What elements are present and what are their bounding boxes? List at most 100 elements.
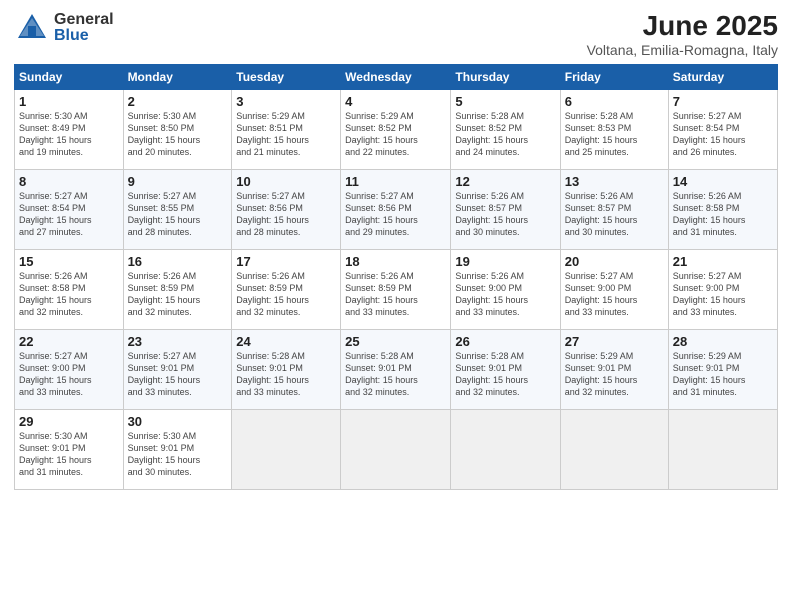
day-number: 11 xyxy=(345,174,446,189)
title-block: June 2025 Voltana, Emilia-Romagna, Italy xyxy=(587,10,778,58)
day-number: 17 xyxy=(236,254,336,269)
calendar-cell: 15Sunrise: 5:26 AM Sunset: 8:58 PM Dayli… xyxy=(15,250,124,330)
day-number: 30 xyxy=(128,414,228,429)
day-number: 6 xyxy=(565,94,664,109)
day-number: 24 xyxy=(236,334,336,349)
calendar-cell: 27Sunrise: 5:29 AM Sunset: 9:01 PM Dayli… xyxy=(560,330,668,410)
day-number: 20 xyxy=(565,254,664,269)
day-detail: Sunrise: 5:26 AM Sunset: 9:00 PM Dayligh… xyxy=(455,270,555,319)
day-detail: Sunrise: 5:27 AM Sunset: 9:00 PM Dayligh… xyxy=(565,270,664,319)
calendar-title: June 2025 xyxy=(587,10,778,42)
day-number: 4 xyxy=(345,94,446,109)
day-detail: Sunrise: 5:28 AM Sunset: 9:01 PM Dayligh… xyxy=(236,350,336,399)
calendar-cell: 24Sunrise: 5:28 AM Sunset: 9:01 PM Dayli… xyxy=(232,330,341,410)
calendar-cell: 20Sunrise: 5:27 AM Sunset: 9:00 PM Dayli… xyxy=(560,250,668,330)
day-number: 14 xyxy=(673,174,773,189)
dow-header-saturday: Saturday xyxy=(668,65,777,90)
calendar-header-row: SundayMondayTuesdayWednesdayThursdayFrid… xyxy=(15,65,778,90)
calendar-cell: 29Sunrise: 5:30 AM Sunset: 9:01 PM Dayli… xyxy=(15,410,124,490)
calendar-cell: 10Sunrise: 5:27 AM Sunset: 8:56 PM Dayli… xyxy=(232,170,341,250)
calendar-cell: 9Sunrise: 5:27 AM Sunset: 8:55 PM Daylig… xyxy=(123,170,232,250)
logo-text: General Blue xyxy=(54,12,114,44)
calendar-cell: 4Sunrise: 5:29 AM Sunset: 8:52 PM Daylig… xyxy=(341,90,451,170)
day-number: 1 xyxy=(19,94,119,109)
day-detail: Sunrise: 5:30 AM Sunset: 8:49 PM Dayligh… xyxy=(19,110,119,159)
day-detail: Sunrise: 5:29 AM Sunset: 9:01 PM Dayligh… xyxy=(673,350,773,399)
day-number: 19 xyxy=(455,254,555,269)
dow-header-tuesday: Tuesday xyxy=(232,65,341,90)
calendar-cell: 8Sunrise: 5:27 AM Sunset: 8:54 PM Daylig… xyxy=(15,170,124,250)
day-number: 29 xyxy=(19,414,119,429)
calendar-cell: 13Sunrise: 5:26 AM Sunset: 8:57 PM Dayli… xyxy=(560,170,668,250)
day-detail: Sunrise: 5:27 AM Sunset: 8:56 PM Dayligh… xyxy=(345,190,446,239)
day-detail: Sunrise: 5:28 AM Sunset: 8:53 PM Dayligh… xyxy=(565,110,664,159)
calendar-cell: 19Sunrise: 5:26 AM Sunset: 9:00 PM Dayli… xyxy=(451,250,560,330)
dow-header-sunday: Sunday xyxy=(15,65,124,90)
calendar-cell xyxy=(451,410,560,490)
calendar-cell: 17Sunrise: 5:26 AM Sunset: 8:59 PM Dayli… xyxy=(232,250,341,330)
day-detail: Sunrise: 5:30 AM Sunset: 8:50 PM Dayligh… xyxy=(128,110,228,159)
day-detail: Sunrise: 5:27 AM Sunset: 8:54 PM Dayligh… xyxy=(19,190,119,239)
day-number: 13 xyxy=(565,174,664,189)
day-detail: Sunrise: 5:30 AM Sunset: 9:01 PM Dayligh… xyxy=(19,430,119,479)
calendar-cell: 1Sunrise: 5:30 AM Sunset: 8:49 PM Daylig… xyxy=(15,90,124,170)
day-number: 16 xyxy=(128,254,228,269)
calendar-cell: 22Sunrise: 5:27 AM Sunset: 9:00 PM Dayli… xyxy=(15,330,124,410)
calendar-cell: 18Sunrise: 5:26 AM Sunset: 8:59 PM Dayli… xyxy=(341,250,451,330)
day-number: 18 xyxy=(345,254,446,269)
day-detail: Sunrise: 5:29 AM Sunset: 8:52 PM Dayligh… xyxy=(345,110,446,159)
day-detail: Sunrise: 5:28 AM Sunset: 9:01 PM Dayligh… xyxy=(345,350,446,399)
day-number: 22 xyxy=(19,334,119,349)
calendar-week-4: 22Sunrise: 5:27 AM Sunset: 9:00 PM Dayli… xyxy=(15,330,778,410)
day-detail: Sunrise: 5:26 AM Sunset: 8:59 PM Dayligh… xyxy=(345,270,446,319)
day-detail: Sunrise: 5:27 AM Sunset: 9:00 PM Dayligh… xyxy=(673,270,773,319)
calendar-cell xyxy=(232,410,341,490)
day-number: 26 xyxy=(455,334,555,349)
logo-line1: General xyxy=(54,12,114,28)
calendar-cell: 26Sunrise: 5:28 AM Sunset: 9:01 PM Dayli… xyxy=(451,330,560,410)
day-number: 5 xyxy=(455,94,555,109)
calendar-cell: 11Sunrise: 5:27 AM Sunset: 8:56 PM Dayli… xyxy=(341,170,451,250)
day-number: 12 xyxy=(455,174,555,189)
calendar-cell: 3Sunrise: 5:29 AM Sunset: 8:51 PM Daylig… xyxy=(232,90,341,170)
logo-line2: Blue xyxy=(54,28,114,44)
calendar-cell: 25Sunrise: 5:28 AM Sunset: 9:01 PM Dayli… xyxy=(341,330,451,410)
day-detail: Sunrise: 5:29 AM Sunset: 9:01 PM Dayligh… xyxy=(565,350,664,399)
calendar-cell: 14Sunrise: 5:26 AM Sunset: 8:58 PM Dayli… xyxy=(668,170,777,250)
day-detail: Sunrise: 5:27 AM Sunset: 8:55 PM Dayligh… xyxy=(128,190,228,239)
calendar-cell: 12Sunrise: 5:26 AM Sunset: 8:57 PM Dayli… xyxy=(451,170,560,250)
day-detail: Sunrise: 5:27 AM Sunset: 8:56 PM Dayligh… xyxy=(236,190,336,239)
day-number: 25 xyxy=(345,334,446,349)
calendar-week-3: 15Sunrise: 5:26 AM Sunset: 8:58 PM Dayli… xyxy=(15,250,778,330)
day-number: 23 xyxy=(128,334,228,349)
calendar-cell: 23Sunrise: 5:27 AM Sunset: 9:01 PM Dayli… xyxy=(123,330,232,410)
page-container: General Blue June 2025 Voltana, Emilia-R… xyxy=(0,0,792,500)
day-detail: Sunrise: 5:26 AM Sunset: 8:57 PM Dayligh… xyxy=(455,190,555,239)
day-number: 28 xyxy=(673,334,773,349)
day-detail: Sunrise: 5:30 AM Sunset: 9:01 PM Dayligh… xyxy=(128,430,228,479)
day-number: 27 xyxy=(565,334,664,349)
dow-header-monday: Monday xyxy=(123,65,232,90)
calendar-cell xyxy=(341,410,451,490)
logo-icon xyxy=(14,10,50,46)
calendar-cell: 6Sunrise: 5:28 AM Sunset: 8:53 PM Daylig… xyxy=(560,90,668,170)
dow-header-wednesday: Wednesday xyxy=(341,65,451,90)
calendar-cell: 21Sunrise: 5:27 AM Sunset: 9:00 PM Dayli… xyxy=(668,250,777,330)
logo-general: General xyxy=(54,11,114,28)
calendar-week-1: 1Sunrise: 5:30 AM Sunset: 8:49 PM Daylig… xyxy=(15,90,778,170)
calendar-week-5: 29Sunrise: 5:30 AM Sunset: 9:01 PM Dayli… xyxy=(15,410,778,490)
logo: General Blue xyxy=(14,10,114,46)
calendar-table: SundayMondayTuesdayWednesdayThursdayFrid… xyxy=(14,64,778,490)
day-detail: Sunrise: 5:26 AM Sunset: 8:58 PM Dayligh… xyxy=(19,270,119,319)
calendar-week-2: 8Sunrise: 5:27 AM Sunset: 8:54 PM Daylig… xyxy=(15,170,778,250)
calendar-cell: 7Sunrise: 5:27 AM Sunset: 8:54 PM Daylig… xyxy=(668,90,777,170)
dow-header-friday: Friday xyxy=(560,65,668,90)
calendar-cell xyxy=(668,410,777,490)
header: General Blue June 2025 Voltana, Emilia-R… xyxy=(14,10,778,58)
day-detail: Sunrise: 5:26 AM Sunset: 8:59 PM Dayligh… xyxy=(128,270,228,319)
day-detail: Sunrise: 5:29 AM Sunset: 8:51 PM Dayligh… xyxy=(236,110,336,159)
day-detail: Sunrise: 5:27 AM Sunset: 8:54 PM Dayligh… xyxy=(673,110,773,159)
calendar-subtitle: Voltana, Emilia-Romagna, Italy xyxy=(587,42,778,58)
day-number: 21 xyxy=(673,254,773,269)
calendar-cell: 16Sunrise: 5:26 AM Sunset: 8:59 PM Dayli… xyxy=(123,250,232,330)
